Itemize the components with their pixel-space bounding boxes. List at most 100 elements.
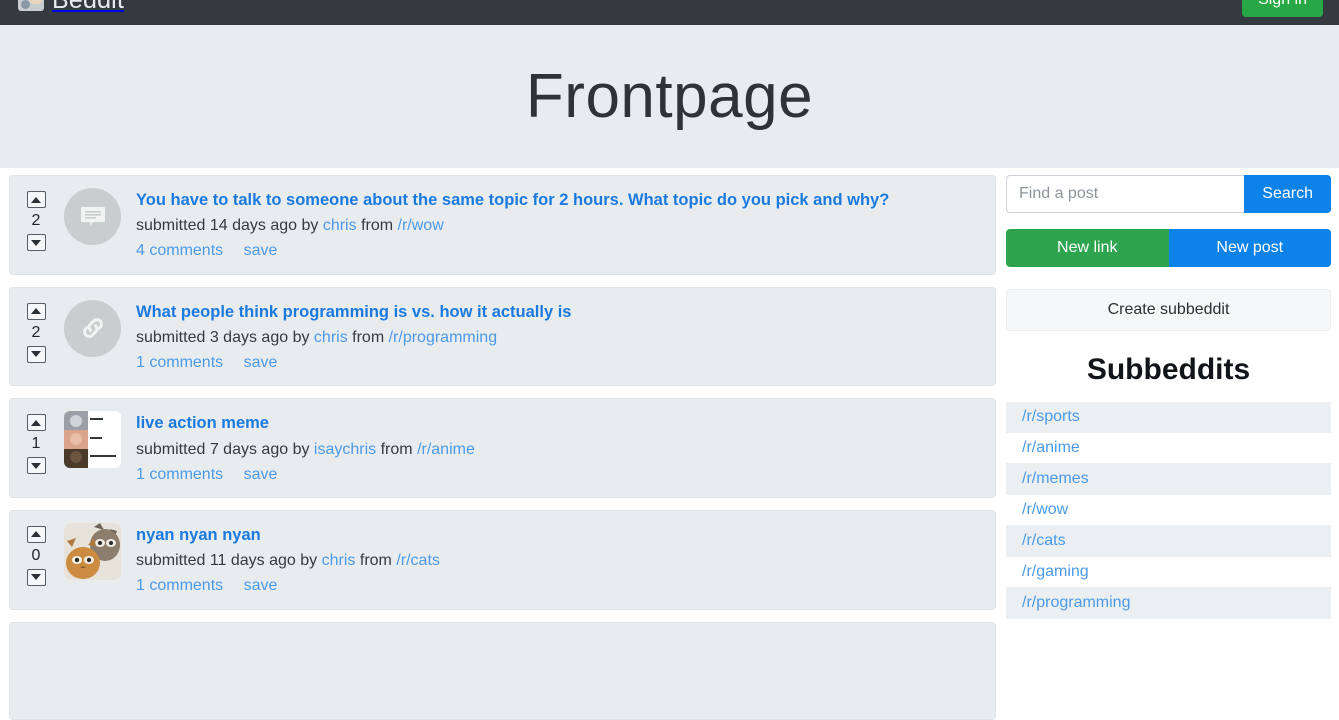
comments-link[interactable]: 1 comments — [136, 354, 223, 371]
sidebar-item-memes[interactable]: /r/memes — [1006, 464, 1331, 494]
sidebar-item-wow[interactable]: /r/wow — [1006, 495, 1331, 525]
upvote-button[interactable] — [27, 414, 46, 431]
post-item: 2 What people think programming is vs. h… — [9, 287, 996, 387]
downvote-button[interactable] — [27, 569, 46, 586]
post-title-link[interactable]: What people think programming is vs. how… — [136, 301, 985, 323]
submitted-label: submitted — [136, 329, 205, 346]
vote-score: 2 — [32, 325, 41, 341]
post-item: 1 live action meme — [9, 398, 996, 498]
post-age: 3 days ago — [210, 329, 288, 346]
sidebar-item-cats[interactable]: /r/cats — [1006, 526, 1331, 556]
post-subbeddit-link[interactable]: /r/programming — [389, 329, 497, 346]
vote-score: 0 — [32, 548, 41, 564]
text-post-icon[interactable] — [64, 188, 121, 245]
list-item: /r/gaming — [1006, 557, 1331, 588]
sidebar-item-sports[interactable]: /r/sports — [1006, 402, 1331, 432]
vote-controls: 2 — [20, 188, 52, 251]
sign-in-button[interactable]: Sign in — [1242, 0, 1323, 17]
post-author-link[interactable]: isaychris — [314, 441, 376, 458]
from-label: from — [360, 552, 392, 569]
save-link[interactable]: save — [244, 242, 278, 259]
comments-link[interactable]: 1 comments — [136, 577, 223, 594]
triangle-up-icon — [31, 420, 41, 426]
list-item: /r/memes — [1006, 464, 1331, 495]
list-item: /r/programming — [1006, 588, 1331, 619]
triangle-down-icon — [31, 574, 41, 580]
new-link-button[interactable]: New link — [1006, 229, 1169, 267]
search-input[interactable] — [1006, 175, 1244, 213]
subbeddit-list: /r/sports /r/anime /r/memes /r/wow /r/ca… — [1006, 402, 1331, 619]
comments-link[interactable]: 1 comments — [136, 466, 223, 483]
hero-banner: Frontpage — [0, 25, 1339, 168]
save-link[interactable]: save — [244, 577, 278, 594]
triangle-down-icon — [31, 463, 41, 469]
post-list: 2 You have to talk to someone about the … — [9, 168, 996, 617]
search-bar: Search — [1006, 175, 1331, 213]
post-actions: 1 comments save — [136, 351, 985, 374]
downvote-button[interactable] — [27, 346, 46, 363]
submitted-label: submitted — [136, 552, 205, 569]
post-item — [9, 622, 996, 720]
vote-controls: 2 — [20, 300, 52, 363]
post-author-link[interactable]: chris — [314, 329, 348, 346]
downvote-button[interactable] — [27, 234, 46, 251]
create-buttons: New link New post — [1006, 229, 1331, 267]
triangle-down-icon — [31, 240, 41, 246]
link-post-icon[interactable] — [64, 300, 121, 357]
from-label: from — [361, 217, 393, 234]
comments-link[interactable]: 4 comments — [136, 242, 223, 259]
beddit-logo-icon — [18, 0, 44, 11]
page-body: 2 You have to talk to someone about the … — [0, 168, 1339, 617]
post-title-link[interactable]: You have to talk to someone about the sa… — [136, 189, 985, 211]
post-meta: submitted 11 days ago by chris from /r/c… — [136, 549, 985, 572]
post-subbeddit-link[interactable]: /r/wow — [398, 217, 444, 234]
post-age: 7 days ago — [210, 441, 288, 458]
brand-name: Beddit — [52, 0, 124, 13]
triangle-up-icon — [31, 308, 41, 314]
upvote-button[interactable] — [27, 191, 46, 208]
downvote-button[interactable] — [27, 457, 46, 474]
post-actions: 4 comments save — [136, 239, 985, 262]
post-subbeddit-link[interactable]: /r/cats — [396, 552, 440, 569]
vote-score: 1 — [32, 436, 41, 452]
meme-image-thumbnail[interactable] — [64, 411, 121, 468]
triangle-up-icon — [31, 531, 41, 537]
post-title-link[interactable]: live action meme — [136, 412, 985, 434]
submitted-label: submitted — [136, 441, 205, 458]
post-subbeddit-link[interactable]: /r/anime — [417, 441, 475, 458]
post-meta: submitted 3 days ago by chris from /r/pr… — [136, 326, 985, 349]
post-content: What people think programming is vs. how… — [136, 300, 985, 375]
upvote-button[interactable] — [27, 303, 46, 320]
post-meta: submitted 7 days ago by isaychris from /… — [136, 438, 985, 461]
post-item: 0 — [9, 510, 996, 610]
new-post-button[interactable]: New post — [1169, 229, 1332, 267]
by-label: by — [293, 329, 310, 346]
sidebar-item-programming[interactable]: /r/programming — [1006, 588, 1331, 618]
by-label: by — [300, 552, 317, 569]
submitted-label: submitted — [136, 217, 205, 234]
brand-home-link[interactable]: Beddit — [18, 0, 124, 13]
cat-image-thumbnail[interactable] — [64, 523, 121, 580]
triangle-up-icon — [31, 197, 41, 203]
post-actions: 1 comments save — [136, 463, 985, 486]
post-author-link[interactable]: chris — [323, 217, 357, 234]
from-label: from — [352, 329, 384, 346]
list-item: /r/anime — [1006, 433, 1331, 464]
save-link[interactable]: save — [244, 354, 278, 371]
list-item: /r/cats — [1006, 526, 1331, 557]
list-item: /r/wow — [1006, 495, 1331, 526]
post-title-link[interactable]: nyan nyan nyan — [136, 524, 985, 546]
vote-score: 2 — [32, 213, 41, 229]
post-age: 14 days ago — [210, 217, 297, 234]
search-button[interactable]: Search — [1244, 175, 1331, 213]
list-item: /r/sports — [1006, 402, 1331, 433]
create-subbeddit-button[interactable]: Create subbeddit — [1006, 289, 1331, 331]
vote-controls: 1 — [20, 411, 52, 474]
from-label: from — [381, 441, 413, 458]
sidebar-item-anime[interactable]: /r/anime — [1006, 433, 1331, 463]
post-author-link[interactable]: chris — [322, 552, 356, 569]
sidebar-item-gaming[interactable]: /r/gaming — [1006, 557, 1331, 587]
page-title: Frontpage — [526, 66, 813, 128]
upvote-button[interactable] — [27, 526, 46, 543]
save-link[interactable]: save — [244, 466, 278, 483]
